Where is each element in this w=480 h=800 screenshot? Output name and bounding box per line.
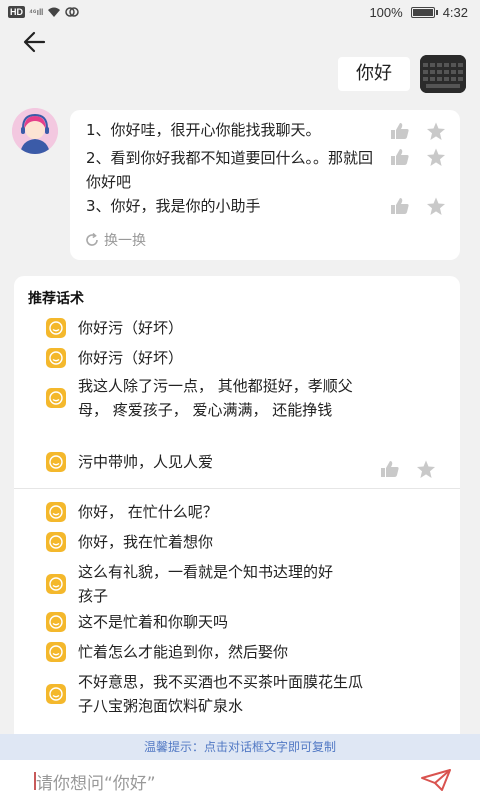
- smile-icon: [46, 452, 66, 472]
- user-avatar: [420, 55, 466, 93]
- divider: [14, 488, 460, 489]
- smile-icon: [46, 574, 66, 594]
- suggestion-item[interactable]: 这不是忙着和你聊天吗: [46, 610, 376, 634]
- suggestion-item[interactable]: 你好，我在忙着想你: [46, 530, 376, 554]
- smile-icon: [46, 532, 66, 552]
- user-message-bubble[interactable]: 你好: [338, 57, 410, 91]
- assistant-avatar: [12, 108, 58, 154]
- suggestions-title: 推荐话术: [28, 291, 84, 307]
- star-icon[interactable]: [416, 460, 436, 479]
- star-icon[interactable]: [426, 148, 446, 167]
- message-input[interactable]: 请你想问“你好”: [36, 769, 156, 794]
- smile-icon: [46, 348, 66, 368]
- suggestion-item[interactable]: 你好污（好坏）: [46, 316, 376, 340]
- copy-tip-bar: 温馨提示：点击对话框文字即可复制: [0, 734, 480, 760]
- thumbs-up-icon[interactable]: [390, 122, 410, 140]
- star-icon[interactable]: [426, 197, 446, 216]
- reply-item[interactable]: 3、你好，我是你的小助手: [86, 194, 386, 218]
- suggestion-text: 不好意思，我不买酒也不买茶叶面膜花生瓜子八宝粥泡面饮料矿泉水: [78, 673, 364, 715]
- suggestion-item[interactable]: 污中带帅，人见人爱: [46, 450, 376, 474]
- status-bar: HD ⁴⁶ıll 100% 4:32: [0, 0, 480, 26]
- smile-icon: [46, 318, 66, 338]
- reply-item[interactable]: 2、看到你好我都不知道要回什么。。那就回你好吧: [86, 146, 386, 194]
- suggestion-text: 你好污（好坏）: [78, 319, 184, 337]
- smile-icon: [46, 388, 66, 408]
- smile-icon: [46, 684, 66, 704]
- suggestion-text: 污中带帅，人见人爱: [78, 453, 214, 471]
- assistant-reply-card: 1、你好哇，很开心你能找我聊天。 2、看到你好我都不知道要回什么。。那就回你好吧…: [70, 110, 460, 260]
- suggestion-text: 你好污（好坏）: [78, 349, 184, 367]
- back-arrow-icon[interactable]: [20, 28, 52, 56]
- smile-icon: [46, 612, 66, 632]
- smile-icon: [46, 502, 66, 522]
- suggestion-text: 你好， 在忙什么呢？: [78, 503, 218, 521]
- thumbs-up-icon[interactable]: [380, 460, 400, 478]
- hd-badge: HD: [8, 6, 25, 18]
- send-icon[interactable]: [420, 768, 452, 792]
- suggestion-item[interactable]: 我这人除了污一点， 其他都挺好，孝顺父母， 疼爱孩子， 爱心满满， 还能挣钱: [46, 374, 356, 422]
- suggestion-text: 我这人除了污一点， 其他都挺好，孝顺父母， 疼爱孩子， 爱心满满， 还能挣钱: [78, 377, 353, 419]
- refresh-icon: [86, 232, 98, 246]
- smile-icon: [46, 642, 66, 662]
- suggestion-text: 这不是忙着和你聊天吗: [78, 613, 229, 631]
- suggestion-text: 你好，我在忙着想你: [78, 533, 214, 551]
- thumbs-up-icon[interactable]: [390, 197, 410, 215]
- suggested-phrases-card: 推荐话术 你好污（好坏） 你好污（好坏） 我这人除了污一点， 其他都挺好，孝顺父…: [14, 276, 460, 746]
- suggestion-item[interactable]: 忙着怎么才能追到你，然后娶你: [46, 640, 376, 664]
- star-icon[interactable]: [426, 122, 446, 141]
- refresh-label: 换一换: [104, 233, 146, 249]
- thumbs-up-icon[interactable]: [390, 148, 410, 166]
- suggestion-item[interactable]: 这么有礼貌，一看就是个知书达理的好孩子: [46, 560, 346, 608]
- app-notification-icon: [65, 7, 79, 17]
- battery-percent: 100%: [369, 5, 403, 20]
- wifi-icon: [48, 7, 61, 17]
- suggestion-item[interactable]: 你好， 在忙什么呢？: [46, 500, 376, 524]
- suggestion-text: 忙着怎么才能追到你，然后娶你: [78, 643, 289, 661]
- suggestion-item[interactable]: 你好污（好坏）: [46, 346, 376, 370]
- suggestion-item[interactable]: 不好意思，我不买酒也不买茶叶面膜花生瓜子八宝粥泡面饮料矿泉水: [46, 670, 366, 718]
- signal-icon: ⁴⁶ıll: [29, 7, 44, 17]
- suggestion-text: 这么有礼貌，一看就是个知书达理的好孩子: [78, 563, 334, 605]
- battery-icon: [410, 7, 438, 18]
- reply-item[interactable]: 1、你好哇，很开心你能找我聊天。: [86, 118, 386, 142]
- message-input-bar: 请你想问“你好”: [0, 760, 480, 800]
- clock: 4:32: [442, 5, 468, 20]
- refresh-button[interactable]: 换一换: [84, 230, 146, 250]
